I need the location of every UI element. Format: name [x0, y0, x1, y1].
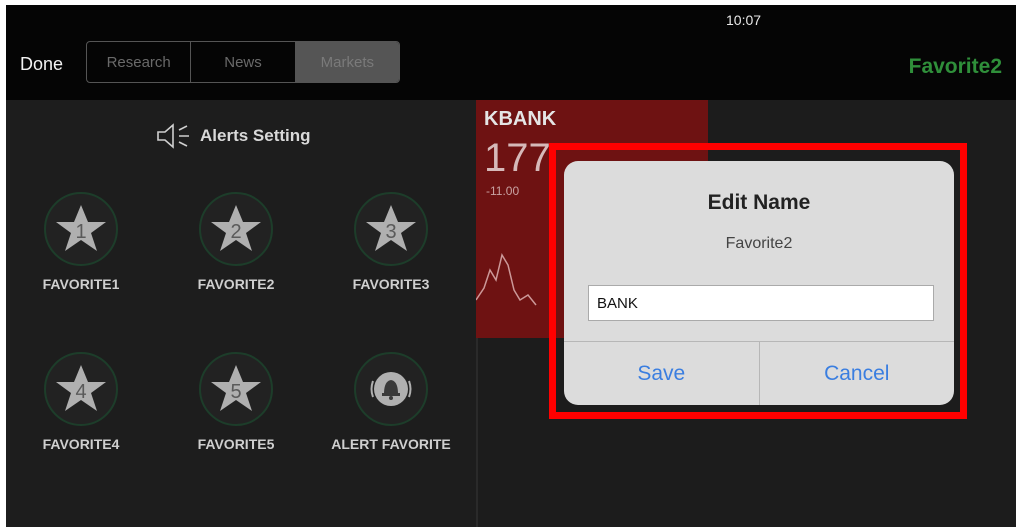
tab-markets[interactable]: Markets: [295, 42, 399, 82]
dialog-actions: Save Cancel: [564, 341, 954, 405]
alert-favorite-tile[interactable]: ALERT FAVORITE: [326, 352, 456, 452]
star-number: 4: [75, 381, 86, 403]
favorite-label: FAVORITE1: [42, 276, 120, 292]
done-button[interactable]: Done: [20, 54, 63, 75]
save-button[interactable]: Save: [564, 342, 759, 405]
favorite-circle: 4: [44, 352, 118, 426]
favorite-tile-3[interactable]: 3 FAVORITE3: [326, 192, 456, 292]
speaker-icon: [157, 123, 189, 149]
app-screen: 10:07 Done Research News Markets Favorit…: [6, 5, 1016, 527]
star-icon: 2: [211, 205, 261, 251]
tab-research[interactable]: Research: [87, 42, 192, 82]
favorite-tile-1[interactable]: 1 FAVORITE1: [16, 192, 146, 292]
stock-change: -11.00: [486, 184, 520, 198]
favorite-tile-4[interactable]: 4 FAVORITE4: [16, 352, 146, 452]
favorite-circle: 2: [199, 192, 273, 266]
dialog-message: Favorite2: [725, 235, 793, 252]
star-number: 2: [230, 221, 241, 243]
stock-ticker: KBANK: [484, 108, 557, 130]
star-number: 5: [230, 381, 241, 403]
favorite-circle: 3: [354, 192, 428, 266]
favorites-panel: Alerts Setting 1 FAVORITE1 2 FAVORITE2 3…: [6, 100, 478, 527]
edit-name-dialog: Edit Name Favorite2 Save Cancel: [564, 161, 954, 405]
alerts-setting-label: Alerts Setting: [200, 126, 311, 145]
star-icon: 4: [56, 365, 106, 411]
star-number: 1: [75, 221, 86, 243]
favorite-label: FAVORITE2: [197, 276, 275, 292]
cancel-button[interactable]: Cancel: [758, 342, 955, 405]
top-bar: 10:07 Done Research News Markets Favorit…: [6, 5, 1016, 100]
star-icon: 5: [211, 365, 261, 411]
status-time: 10:07: [726, 12, 762, 28]
section-tabs: Research News Markets: [86, 41, 400, 83]
dialog-title: Edit Name: [707, 191, 811, 214]
star-number: 3: [385, 221, 396, 243]
star-icon: 1: [56, 205, 106, 251]
alerts-setting-button[interactable]: Alerts Setting: [156, 122, 311, 150]
favorite-label: FAVORITE4: [42, 436, 120, 452]
favorite-label: FAVORITE5: [197, 436, 275, 452]
favorite-label: FAVORITE3: [352, 276, 430, 292]
favorite-circle: [354, 352, 428, 426]
tab-news[interactable]: News: [191, 42, 296, 82]
stock-price: 177: [484, 136, 551, 180]
bell-icon: [370, 372, 412, 406]
favorite-title: Favorite2: [908, 55, 1002, 78]
favorite-circle: 5: [199, 352, 273, 426]
favorite-circle: 1: [44, 192, 118, 266]
favorite-tile-5[interactable]: 5 FAVORITE5: [171, 352, 301, 452]
star-icon: 3: [366, 205, 416, 251]
favorite-label: ALERT FAVORITE: [331, 436, 451, 452]
name-input[interactable]: [588, 285, 934, 321]
favorite-tile-2[interactable]: 2 FAVORITE2: [171, 192, 301, 292]
